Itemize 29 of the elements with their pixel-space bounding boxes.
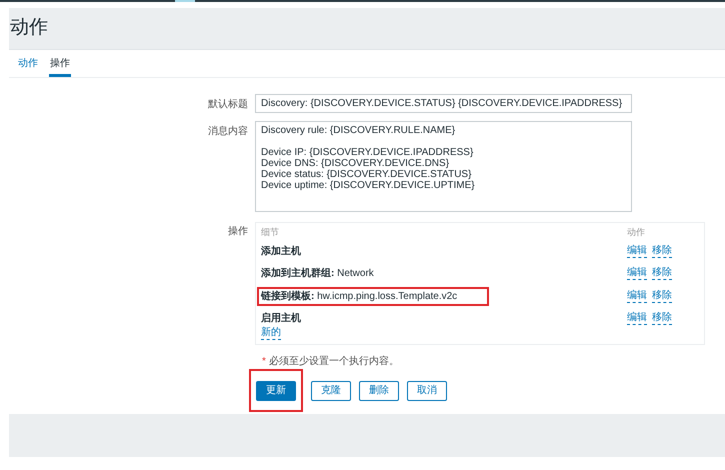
required-note: 必须至少设置一个执行内容。: [268, 354, 399, 369]
button[interactable]: 取消: [407, 380, 447, 400]
action-link[interactable]: 移除: [652, 290, 672, 303]
input-field[interactable]: Discovery: {DISCOVERY.DEVICE.STATUS} {DISCOVERY.DEVICE.IPADDRESS}: [255, 94, 632, 113]
new-link[interactable]: 新的: [261, 327, 281, 340]
action-link[interactable]: 移除: [652, 244, 672, 258]
operation-detail: 链接到模板: hw.icmp.ping.loss.Template.v2c: [257, 286, 489, 306]
action-link[interactable]: 编辑: [627, 244, 647, 258]
operation-detail: 启用主机: [261, 311, 301, 326]
text-area[interactable]: Discovery rule: {DISCOVERY.RULE.NAME} Device IP: {DISCOVERY.DEVICE.IPADDRESS} Device DNS: {DISCOVERY.DEVICE.DNS} Device status: {DISCOVERY.DEVICE.STATUS} Device uptime: {DISCOVERY.DEVICE.UPTIME}: [255, 121, 632, 212]
button[interactable]: 删除: [359, 380, 399, 400]
button[interactable]: 克隆: [311, 380, 351, 400]
action-link[interactable]: 编辑: [627, 267, 647, 280]
column-header: 动作: [627, 226, 646, 239]
column-header: 细节: [261, 226, 279, 239]
page-title: 动作: [10, 16, 48, 40]
action-link[interactable]: 编辑: [627, 290, 647, 303]
action-link[interactable]: 编辑: [627, 312, 647, 326]
tab[interactable]: 动作: [17, 52, 39, 77]
field-label: 默认标题: [207, 98, 249, 112]
tab[interactable]: 操作: [49, 52, 71, 77]
button[interactable]: 更新: [256, 380, 296, 400]
field-label: 操作: [227, 225, 249, 239]
field-label: 消息内容: [207, 124, 249, 139]
operation-detail: 添加到主机群组: Network: [261, 266, 374, 282]
action-link[interactable]: 移除: [652, 267, 672, 280]
required-mark: *: [262, 355, 266, 369]
operation-detail: 添加主机: [261, 244, 301, 259]
action-link[interactable]: 移除: [652, 312, 672, 326]
